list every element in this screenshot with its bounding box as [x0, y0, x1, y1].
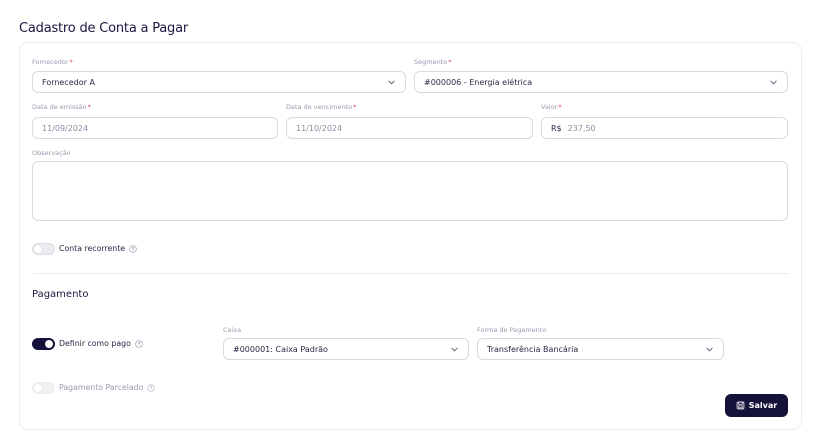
- conta-recorrente-toggle[interactable]: [32, 243, 55, 255]
- required-marker: *: [558, 103, 562, 111]
- forma-pagamento-label: Forma de Pagamento: [477, 326, 547, 334]
- help-circle-icon[interactable]: [135, 339, 143, 348]
- data-emissao-input[interactable]: 11/09/2024: [32, 117, 278, 139]
- page-title: Cadastro de Conta a Pagar: [19, 21, 189, 36]
- required-marker: *: [69, 58, 73, 66]
- chevron-down-icon: [705, 345, 714, 354]
- required-marker: *: [87, 103, 91, 111]
- data-vencimento-label: Data de vencimento*: [286, 103, 357, 111]
- toggle-knob: [45, 340, 53, 348]
- valor-label: Valor*: [541, 103, 562, 111]
- data-vencimento-input[interactable]: 11/10/2024: [286, 117, 533, 139]
- observacao-label: Observação: [32, 149, 71, 157]
- save-icon: [736, 401, 745, 410]
- section-divider: [33, 273, 789, 274]
- save-button-label: Salvar: [748, 401, 778, 410]
- segmento-select[interactable]: #000006 - Energia elétrica: [414, 71, 788, 93]
- segmento-value: #000006 - Energia elétrica: [424, 77, 533, 87]
- data-emissao-value: 11/09/2024: [42, 123, 89, 133]
- toggle-knob: [34, 245, 42, 253]
- observacao-textarea[interactable]: [32, 161, 788, 221]
- save-button[interactable]: Salvar: [725, 394, 788, 417]
- forma-pagamento-value: Transferência Bancária: [487, 344, 579, 354]
- definir-pago-toggle[interactable]: [32, 338, 55, 350]
- forma-pagamento-select[interactable]: Transferência Bancária: [477, 338, 724, 360]
- caixa-select[interactable]: #000001: Caixa Padrão: [223, 338, 469, 360]
- data-vencimento-value: 11/10/2024: [296, 123, 343, 133]
- fornecedor-select[interactable]: Fornecedor A: [32, 71, 406, 93]
- valor-value: 237,50: [567, 123, 596, 133]
- data-emissao-label: Data de emissão*: [32, 103, 91, 111]
- help-circle-icon[interactable]: [129, 244, 137, 253]
- fornecedor-label: Fornecedor*: [32, 58, 73, 66]
- required-marker: *: [353, 103, 357, 111]
- form-card: [19, 42, 802, 430]
- conta-recorrente-label: Conta recorrente: [59, 244, 137, 253]
- toggle-knob: [34, 384, 42, 392]
- pagamento-parcelado-toggle[interactable]: [32, 382, 55, 394]
- pagamento-section-title: Pagamento: [32, 289, 89, 300]
- chevron-down-icon: [769, 78, 778, 87]
- segmento-label: Segmento*: [414, 58, 452, 66]
- chevron-down-icon: [387, 78, 396, 87]
- definir-pago-label: Definir como pago: [59, 339, 143, 348]
- valor-input[interactable]: R$ 237,50: [541, 117, 788, 139]
- fornecedor-value: Fornecedor A: [42, 77, 95, 87]
- help-circle-icon[interactable]: [147, 383, 156, 392]
- pagamento-parcelado-label: Pagamento Parcelado: [59, 383, 156, 392]
- caixa-value: #000001: Caixa Padrão: [233, 344, 328, 354]
- currency-prefix: R$: [551, 123, 562, 133]
- required-marker: *: [448, 58, 452, 66]
- caixa-label: Caixa: [223, 326, 242, 334]
- chevron-down-icon: [450, 345, 459, 354]
